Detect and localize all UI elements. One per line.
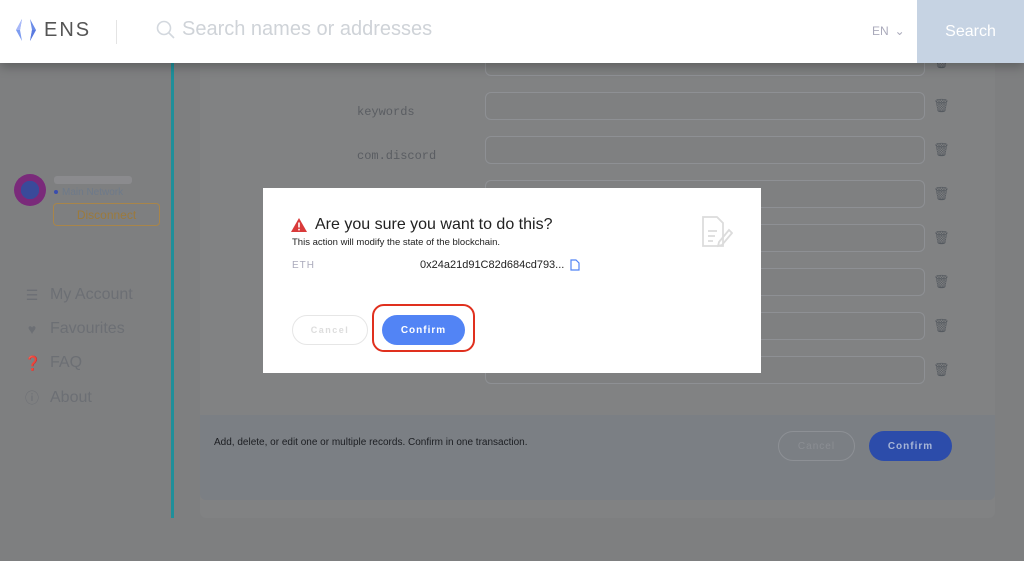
- dialog-confirm-button[interactable]: Confirm: [382, 315, 465, 345]
- record-label: com.discord: [357, 149, 437, 163]
- network-label: Main Network: [54, 187, 123, 198]
- trash-icon[interactable]: 🗑: [933, 98, 950, 113]
- trash-icon[interactable]: 🗑: [933, 142, 950, 157]
- list-icon: ☰: [25, 286, 39, 303]
- ens-logo[interactable]: ENS: [14, 17, 91, 43]
- sidebar-item-about[interactable]: ⓘ About: [24, 388, 92, 408]
- dialog-title-text: Are you sure you want to do this?: [315, 216, 553, 233]
- trash-icon[interactable]: 🗑: [933, 318, 950, 333]
- trash-icon[interactable]: 🗑: [933, 274, 950, 289]
- warning-icon: [291, 218, 307, 232]
- cancel-button[interactable]: Cancel: [778, 431, 855, 461]
- search-input[interactable]: [182, 18, 782, 41]
- document-edit-icon: [702, 216, 733, 248]
- copy-icon[interactable]: [570, 259, 580, 271]
- record-key: ETH: [292, 260, 315, 271]
- record-input[interactable]: [485, 92, 925, 120]
- sidebar-item-label: FAQ: [50, 354, 83, 371]
- sidebar-item-label: Favourites: [50, 320, 125, 337]
- sidebar-item-label: About: [50, 389, 92, 406]
- record-row: keywords 🗑: [200, 92, 995, 120]
- trash-icon[interactable]: 🗑: [933, 230, 950, 245]
- sidebar-item-label: My Account: [50, 286, 133, 303]
- ens-logo-icon: [16, 19, 36, 41]
- search-icon: [156, 20, 175, 39]
- confirm-dialog: Are you sure you want to do this? This a…: [263, 188, 761, 373]
- logo-text: ENS: [44, 18, 92, 41]
- dialog-cancel-button[interactable]: Cancel: [292, 315, 368, 345]
- account-name-blurred: [54, 176, 132, 184]
- trash-icon[interactable]: 🗑: [933, 186, 950, 201]
- header-divider: [116, 20, 117, 44]
- search-button[interactable]: Search: [917, 0, 1024, 63]
- question-icon: ❓: [24, 354, 42, 371]
- records-footer: Add, delete, or edit one or multiple rec…: [200, 415, 995, 500]
- confirm-button[interactable]: Confirm: [869, 431, 952, 461]
- record-value: 0x24a21d91C82d684cd793...: [420, 259, 580, 271]
- sidebar-border: [171, 63, 174, 518]
- chevron-down-icon: ⌄: [894, 24, 905, 38]
- dialog-title: Are you sure you want to do this?: [291, 216, 552, 234]
- sidebar: [0, 63, 172, 561]
- dialog-subtitle: This action will modify the state of the…: [292, 237, 501, 248]
- record-label: keywords: [357, 105, 415, 119]
- language-selector[interactable]: EN ⌄: [872, 24, 905, 38]
- info-icon: ⓘ: [25, 390, 39, 406]
- footer-text: Add, delete, or edit one or multiple rec…: [214, 437, 528, 448]
- record-row: com.discord 🗑: [200, 136, 995, 164]
- record-input[interactable]: [485, 136, 925, 164]
- avatar: [14, 174, 46, 206]
- trash-icon[interactable]: 🗑: [933, 362, 950, 377]
- address-text: 0x24a21d91C82d684cd793...: [420, 259, 565, 271]
- sidebar-item-my-account[interactable]: ☰ My Account: [24, 286, 133, 304]
- heart-icon: ♥: [27, 321, 37, 337]
- top-bar: ENS EN ⌄ Search: [0, 0, 1024, 63]
- disconnect-button[interactable]: Disconnect: [53, 203, 160, 226]
- sidebar-item-faq[interactable]: ❓ FAQ: [24, 354, 82, 372]
- search-bar: [156, 18, 782, 41]
- sidebar-item-favourites[interactable]: ♥ Favourites: [24, 320, 125, 338]
- language-label: EN: [872, 24, 889, 38]
